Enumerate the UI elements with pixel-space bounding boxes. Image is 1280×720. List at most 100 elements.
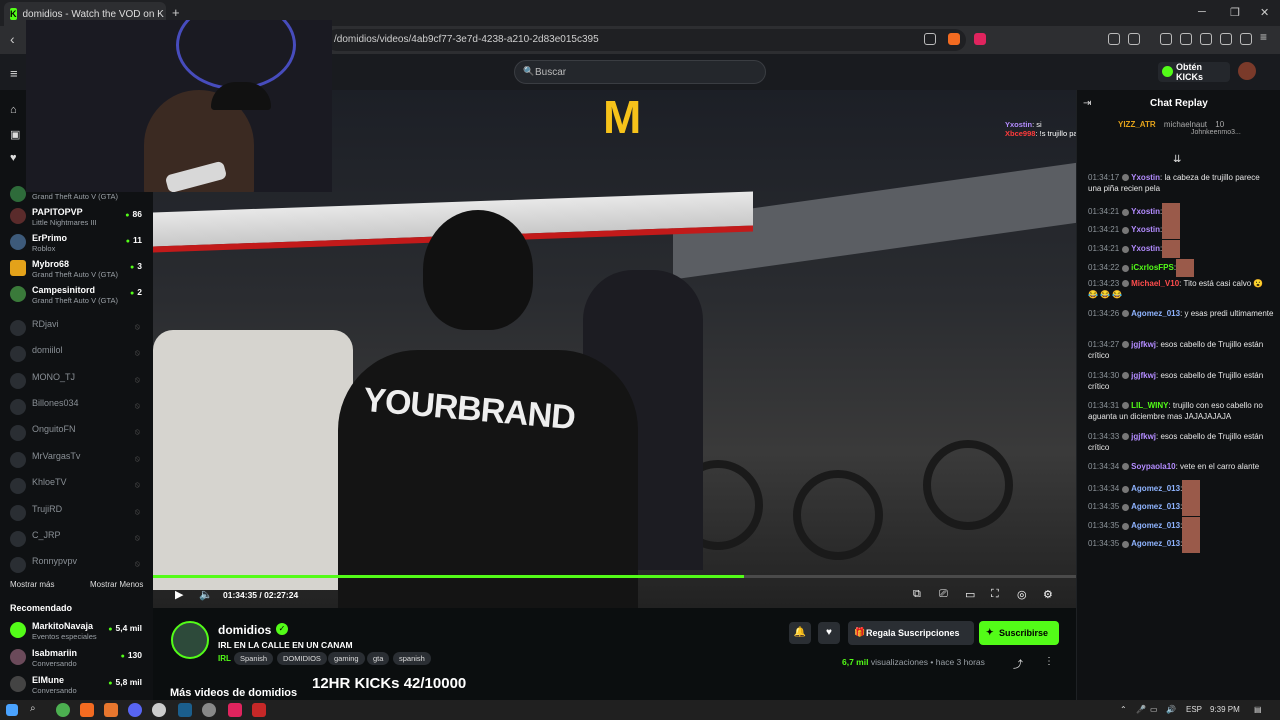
steam-icon[interactable] [178,703,192,717]
browse-icon[interactable]: ▣ [10,128,20,141]
home-icon[interactable]: ⌂ [10,104,17,116]
app-icon[interactable] [202,703,216,717]
taskbar-search-icon[interactable]: ⌕ [30,703,44,717]
chat-username[interactable]: Agomez_013 [1131,539,1180,548]
chat-username[interactable]: jgjfkwj [1131,371,1156,380]
settings-gear-icon[interactable]: ⚙ [1043,588,1053,601]
notification-bell-icon[interactable]: 🔔 [789,622,811,644]
brave-shield-icon[interactable] [948,33,960,45]
brave-icon[interactable] [80,703,94,717]
speed-icon[interactable]: ◎ [1017,588,1027,601]
chat-username[interactable]: LIL_WINY [1131,401,1168,410]
chat-username[interactable]: Yxostin [1131,207,1160,216]
sidebar-channel-offline[interactable]: Ronnypvpv ⦸ [10,553,150,579]
user-avatar[interactable] [1238,62,1256,80]
chrome-icon[interactable] [56,703,70,717]
follow-heart-icon[interactable]: ♥ [818,622,840,644]
leo-icon[interactable] [1220,33,1232,45]
app-icon[interactable] [104,703,118,717]
rewards-icon[interactable] [974,33,986,45]
chat-username[interactable]: Michael_V10 [1131,279,1179,288]
recommended-channel[interactable]: Isabmariin Conversando 130 [10,645,150,671]
tag-pill[interactable]: gaming [328,652,365,665]
search-input[interactable]: 🔍 Buscar [514,60,766,84]
get-kicks-button[interactable]: Obtén KICKs [1158,62,1230,82]
show-more-button[interactable]: Mostrar más [10,580,54,589]
sidebar-toggle-icon[interactable] [1180,33,1192,45]
tray-mic-icon[interactable]: 🎤 [1136,705,1146,714]
notifications-icon[interactable]: ▤ [1254,705,1262,714]
chat-scroll-icon[interactable]: ⇊ [1173,154,1181,165]
category-link[interactable]: IRL [218,654,231,663]
chat-username[interactable]: Soypaola10 [1131,462,1175,471]
app-icon[interactable] [252,703,266,717]
sidebar-channel-offline[interactable]: C_JRP ⦸ [10,527,150,553]
hamburger-icon[interactable]: ≡ [10,66,18,81]
sidebar-channel[interactable]: PAPITOPVP Little Nightmares III 86 [10,204,150,230]
wallet-icon[interactable] [1200,33,1212,45]
chat-username[interactable]: Agomez_013 [1131,502,1180,511]
subscribe-button[interactable]: ✦ Suscribirse [979,621,1059,645]
zoom-icon[interactable] [924,33,936,45]
tag-pill[interactable]: gta [367,652,390,665]
tray-clock[interactable]: 9:39 PM [1210,705,1240,714]
sidebar-channel[interactable]: ErPrimo Roblox 11 [10,230,150,256]
window-close-icon[interactable]: ✕ [1260,6,1269,19]
tray-chevron-icon[interactable]: ⌃ [1120,705,1127,714]
pip-icon[interactable]: ⧉ [913,588,921,601]
chat-username[interactable]: Agomez_013 [1131,309,1180,318]
progress-bar[interactable] [153,575,1076,578]
chat-username[interactable]: Yxostin [1131,173,1160,182]
extensions-icon[interactable] [1108,33,1120,45]
sidebar-channel-offline[interactable]: MONO_TJ ⦸ [10,369,150,395]
minimize-icon[interactable]: ─ [1198,6,1206,18]
obs-icon[interactable] [152,703,166,717]
theater-icon[interactable]: ▭ [965,588,975,601]
fullscreen-icon[interactable]: ⛶ [991,588,999,601]
vpn-icon[interactable] [1240,33,1252,45]
channel-avatar[interactable] [171,621,209,659]
collapse-chat-icon[interactable]: ⇥ [1083,98,1091,109]
chat-username[interactable]: jgjfkwj [1131,340,1156,349]
chat-username[interactable]: Agomez_013 [1131,521,1180,530]
tag-pill[interactable]: DOMIDIOS [277,652,327,665]
gift-subs-button[interactable]: 🎁 Regala Suscripciones [848,621,974,645]
chat-username[interactable]: Yxostin [1131,225,1160,234]
sidebar-channel[interactable]: Campesinitord Grand Theft Auto V (GTA) 2 [10,282,150,308]
chat-username[interactable]: Agomez_013 [1131,484,1180,493]
show-less-button[interactable]: Mostrar Menos [90,580,143,589]
sidebar-channel-offline[interactable]: MrVargasTv ⦸ [10,448,150,474]
sidebar-channel-offline[interactable]: KhloeTV ⦸ [10,474,150,500]
app-icon[interactable] [228,703,242,717]
sidebar-channel-offline[interactable]: RDjavi ⦸ [10,316,150,342]
sidebar-channel-offline[interactable]: domiilol ⦸ [10,342,150,368]
tray-network-icon[interactable]: ▭ [1150,705,1158,714]
discord-icon[interactable] [128,703,142,717]
screenshot-icon[interactable] [1128,33,1140,45]
share-icon[interactable]: ⤴ [1013,656,1023,671]
more-options-icon[interactable]: ⋮ [1044,656,1054,667]
sidebar-channel[interactable]: Mybro68 Grand Theft Auto V (GTA) 3 [10,256,150,282]
new-tab-icon[interactable]: + [172,5,180,20]
play-icon[interactable]: ▶ [175,588,183,601]
tag-pill[interactable]: spanish [393,652,431,665]
chat-username[interactable]: jgjfkwj [1131,432,1156,441]
following-heart-icon[interactable]: ♥ [10,152,17,164]
sidebar-channel-offline[interactable]: Billones034 ⦸ [10,395,150,421]
sidebar-channel-offline[interactable]: OnguitoFN ⦸ [10,421,150,447]
chat-username[interactable]: iCxrlosFPS [1131,263,1174,272]
chat-username[interactable]: Yxostin [1131,244,1160,253]
maximize-icon[interactable]: ❐ [1230,6,1240,19]
channel-name[interactable]: domidios [218,623,271,637]
menu-icon[interactable]: ≡ [1260,30,1272,44]
volume-icon[interactable]: 🔈 [199,588,213,601]
clip-icon[interactable]: ⎚ [939,588,948,601]
url-field[interactable]: /domidios/videos/4ab9cf77-3e7d-4238-a210… [326,29,966,51]
windows-start-icon[interactable] [6,704,18,716]
media-icon[interactable] [1160,33,1172,45]
recommended-channel[interactable]: MarkitoNavaja Eventos especiales 5,4 mil [10,618,150,644]
recommended-channel[interactable]: ElMune Conversando 5,8 mil [10,672,150,698]
back-arrow-icon[interactable]: ‹ [10,31,15,47]
tray-volume-icon[interactable]: 🔊 [1166,705,1176,714]
sidebar-channel-offline[interactable]: TrujiRD ⦸ [10,501,150,527]
